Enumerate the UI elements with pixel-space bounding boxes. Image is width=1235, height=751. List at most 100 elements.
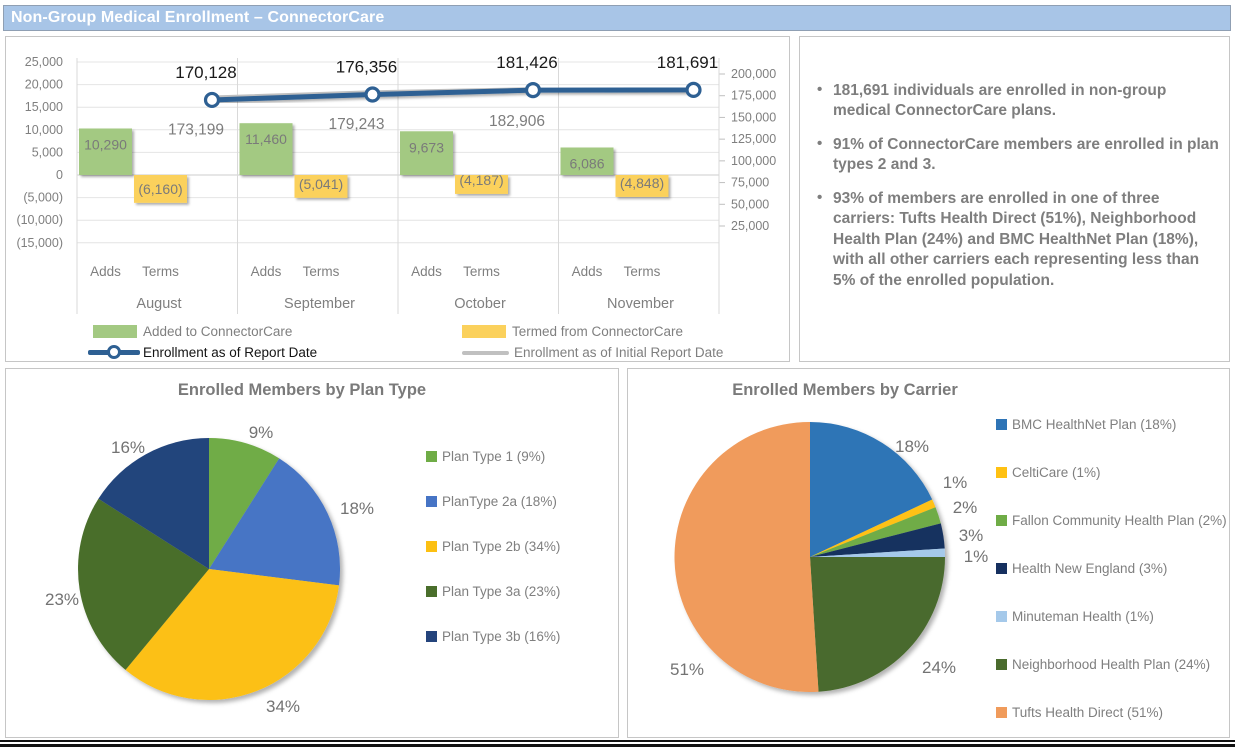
page-title: Non-Group Medical Enrollment – Connector… — [4, 9, 384, 27]
legend-item: BMC HealthNet Plan (18%) — [996, 414, 1227, 434]
legend-label: Tufts Health Direct (51%) — [1012, 705, 1163, 720]
svg-text:(15,000): (15,000) — [16, 236, 63, 250]
legend-swatch — [426, 451, 437, 462]
legend-label: Health New England (3%) — [1012, 561, 1167, 576]
svg-text:(5,000): (5,000) — [23, 191, 63, 205]
legend-item-report-date: Enrollment as of Report Date — [88, 345, 317, 360]
legend-item: Plan Type 3a (23%) — [426, 581, 560, 601]
svg-text:25,000: 25,000 — [25, 55, 63, 69]
svg-text:Adds: Adds — [90, 264, 121, 279]
legend-item: Plan Type 2b (34%) — [426, 536, 560, 556]
svg-text:August: August — [136, 296, 181, 312]
svg-text:24%: 24% — [922, 658, 956, 677]
enrollment-chart-panel: 25,00020,00015,00010,0005,0000(5,000)(10… — [5, 36, 790, 362]
legend-swatch — [996, 515, 1007, 526]
legend-item-added: Added to ConnectorCare — [93, 324, 292, 339]
svg-text:150,000: 150,000 — [731, 110, 776, 124]
svg-text:18%: 18% — [895, 437, 929, 456]
summary-panel: 181,691 individuals are enrolled in non-… — [799, 36, 1230, 362]
legend-label: Termed from ConnectorCare — [512, 324, 683, 339]
svg-text:11,460: 11,460 — [245, 131, 287, 147]
svg-text:November: November — [607, 296, 674, 312]
svg-text:(5,041): (5,041) — [299, 176, 343, 192]
legend-swatch — [426, 631, 437, 642]
legend-item: Tufts Health Direct (51%) — [996, 702, 1227, 722]
svg-text:10,000: 10,000 — [25, 123, 63, 137]
svg-text:181,426: 181,426 — [496, 53, 557, 72]
svg-text:6,086: 6,086 — [569, 155, 604, 171]
svg-text:34%: 34% — [266, 697, 300, 716]
svg-text:50,000: 50,000 — [731, 197, 769, 211]
legend-swatch — [996, 563, 1007, 574]
legend-item: PlanType 2a (18%) — [426, 491, 560, 511]
carrier-legend: BMC HealthNet Plan (18%) CeltiCare (1%) Fa… — [996, 414, 1227, 750]
svg-text:51%: 51% — [670, 660, 704, 679]
legend-label: Enrollment as of Initial Report Date — [514, 345, 723, 360]
plan-type-pie-panel: Enrolled Members by Plan Type 9%18%34%23… — [5, 368, 619, 738]
svg-text:176,356: 176,356 — [336, 58, 397, 77]
summary-bullet: 91% of ConnectorCare members are enrolle… — [816, 135, 1221, 176]
enrollment-combo-chart: 25,00020,00015,00010,0005,0000(5,000)(10… — [6, 37, 789, 361]
plan-type-legend: Plan Type 1 (9%) PlanType 2a (18%) Plan Ty… — [426, 446, 560, 671]
legend-item: Fallon Community Health Plan (2%) — [996, 510, 1227, 530]
svg-text:Adds: Adds — [411, 264, 442, 279]
report-page: Non-Group Medical Enrollment – Connector… — [0, 0, 1235, 751]
legend-swatch — [426, 586, 437, 597]
svg-text:25,000: 25,000 — [731, 219, 769, 233]
svg-text:(10,000): (10,000) — [16, 213, 63, 227]
legend-label: Plan Type 2b (34%) — [442, 539, 560, 554]
legend-item: Minuteman Health (1%) — [996, 606, 1227, 626]
svg-text:175,000: 175,000 — [731, 89, 776, 103]
legend-item-initial-report-date: Enrollment as of Initial Report Date — [462, 345, 723, 360]
summary-bullet-list: 181,691 individuals are enrolled in non-… — [816, 81, 1221, 304]
legend-label: Minuteman Health (1%) — [1012, 609, 1154, 624]
svg-text:179,243: 179,243 — [328, 116, 384, 133]
legend-swatch — [996, 611, 1007, 622]
svg-text:3%: 3% — [959, 526, 984, 545]
svg-text:Terms: Terms — [303, 264, 340, 279]
svg-text:(6,160): (6,160) — [138, 181, 182, 197]
pie-slice — [675, 422, 819, 692]
svg-text:October: October — [454, 296, 506, 312]
legend-swatch — [426, 496, 437, 507]
summary-bullet: 181,691 individuals are enrolled in non-… — [816, 81, 1221, 122]
svg-text:Adds: Adds — [572, 264, 603, 279]
legend-item: Neighborhood Health Plan (24%) — [996, 654, 1227, 674]
svg-text:1%: 1% — [943, 473, 968, 492]
svg-text:200,000: 200,000 — [731, 67, 776, 81]
svg-text:Terms: Terms — [624, 264, 661, 279]
legend-label: Enrollment as of Report Date — [143, 345, 317, 360]
legend-label: Neighborhood Health Plan (24%) — [1012, 657, 1210, 672]
svg-text:23%: 23% — [45, 590, 79, 609]
termed-swatch — [462, 325, 506, 338]
svg-text:5,000: 5,000 — [32, 145, 63, 159]
legend-label: Plan Type 1 (9%) — [442, 449, 545, 464]
svg-text:Adds: Adds — [251, 264, 282, 279]
legend-item: Health New England (3%) — [996, 558, 1227, 578]
bottom-divider — [0, 740, 1235, 750]
svg-text:1%: 1% — [964, 547, 989, 566]
svg-text:75,000: 75,000 — [731, 176, 769, 190]
legend-swatch — [996, 467, 1007, 478]
legend-swatch — [996, 707, 1007, 718]
svg-text:181,691: 181,691 — [657, 53, 718, 72]
svg-text:20,000: 20,000 — [25, 78, 63, 92]
svg-text:(4,848): (4,848) — [620, 175, 664, 191]
line-marker-icon — [88, 350, 140, 355]
legend-label: CeltiCare (1%) — [1012, 465, 1101, 480]
legend-label: Plan Type 3a (23%) — [442, 584, 560, 599]
svg-text:10,290: 10,290 — [84, 136, 127, 152]
svg-text:Terms: Terms — [463, 264, 500, 279]
svg-text:0: 0 — [56, 168, 63, 182]
svg-text:125,000: 125,000 — [731, 132, 776, 146]
legend-item: CeltiCare (1%) — [996, 462, 1227, 482]
svg-text:9%: 9% — [249, 423, 274, 442]
legend-label: Fallon Community Health Plan (2%) — [1012, 513, 1227, 528]
svg-text:100,000: 100,000 — [731, 154, 776, 168]
svg-text:(4,187): (4,187) — [459, 172, 503, 188]
legend-swatch — [996, 419, 1007, 430]
svg-text:173,199: 173,199 — [168, 121, 224, 138]
page-title-bar: Non-Group Medical Enrollment – Connector… — [3, 5, 1231, 31]
legend-label: Plan Type 3b (16%) — [442, 629, 560, 644]
legend-label: Added to ConnectorCare — [143, 324, 292, 339]
